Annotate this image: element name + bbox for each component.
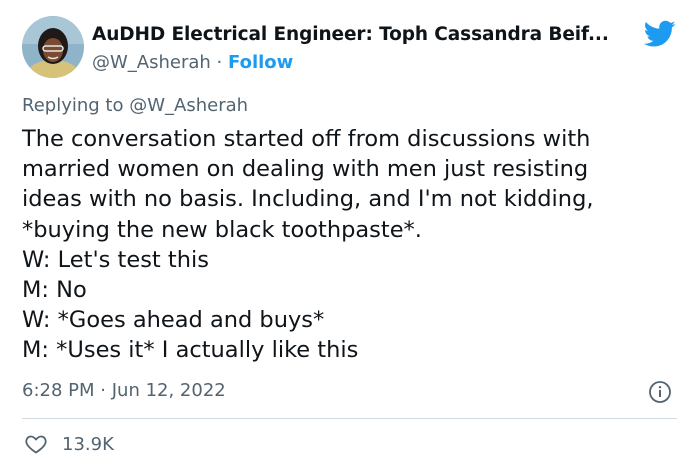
info-icon[interactable]: [648, 380, 672, 404]
tweet-body-line: M: No: [22, 277, 87, 304]
tweet-body: The conversation started off from discus…: [22, 124, 692, 366]
heart-icon[interactable]: [24, 432, 48, 456]
handle-separator: ·: [216, 52, 223, 73]
tweet-body-line: married women on dealing with men just r…: [22, 156, 589, 183]
author-display-name[interactable]: AuDHD Electrical Engineer: Toph Cassandr…: [92, 24, 609, 45]
tweet-card: AuDHD Electrical Engineer: Toph Cassandr…: [0, 0, 700, 471]
tweet-body-line: W: Let's test this: [22, 246, 209, 273]
tweet-time[interactable]: 6:28 PM: [22, 380, 95, 401]
tweet-body-line: *buying the new black toothpaste*.: [22, 216, 422, 243]
tweet-body-line: The conversation started off from discus…: [22, 126, 591, 152]
avatar-image: [22, 16, 84, 78]
tweet-body-line: W: *Goes ahead and buys*: [22, 307, 325, 334]
avatar[interactable]: [22, 16, 84, 78]
tweet-body-line: ideas with no basis. Including, and I'm …: [22, 186, 594, 213]
replying-to-label: Replying to: [22, 95, 124, 116]
replying-to-mention[interactable]: @W_Asherah: [129, 95, 248, 116]
replying-to-row: Replying to @W_Asherah: [22, 95, 248, 116]
timestamp-row[interactable]: 6:28 PM · Jun 12, 2022: [22, 380, 226, 401]
twitter-bird-icon[interactable]: [644, 20, 676, 48]
divider: [22, 418, 677, 419]
tweet-body-line: M: *Uses it* I actually like this: [22, 337, 359, 364]
timestamp-separator: ·: [100, 380, 106, 401]
like-button[interactable]: 13.9K: [24, 430, 114, 458]
tweet-date[interactable]: Jun 12, 2022: [112, 380, 226, 401]
author-handle-row: @W_Asherah · Follow: [92, 52, 293, 73]
author-handle[interactable]: @W_Asherah: [92, 52, 211, 73]
follow-button[interactable]: Follow: [228, 52, 293, 73]
like-count: 13.9K: [62, 433, 114, 455]
